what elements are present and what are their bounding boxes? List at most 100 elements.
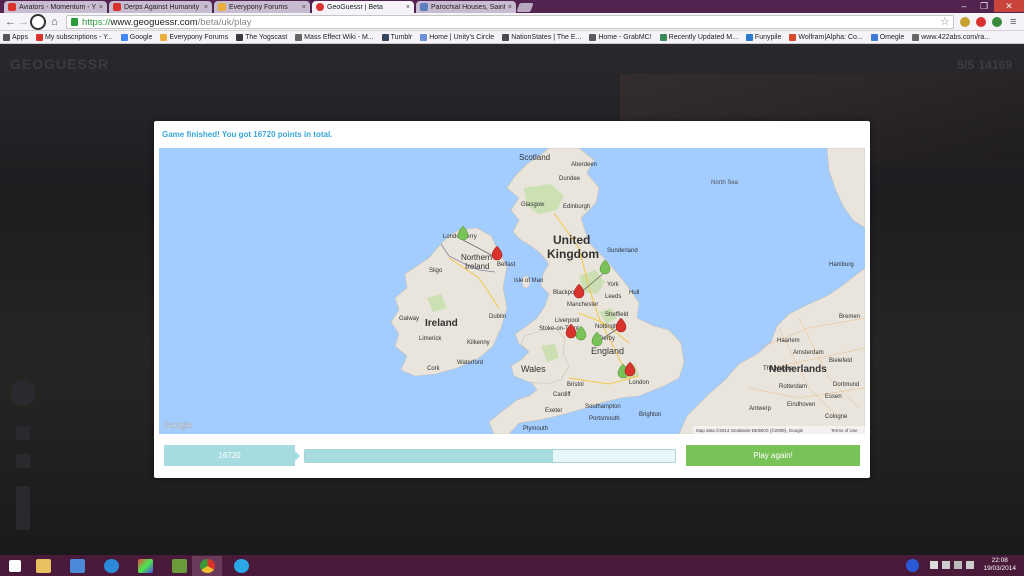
close-tab-icon[interactable]: ×	[406, 4, 410, 11]
compass-icon[interactable]	[10, 380, 36, 406]
bookmark-item[interactable]: My subscriptions - Y...	[35, 33, 113, 41]
map-city-label: Brighton	[639, 412, 661, 418]
taskbar-app[interactable]	[164, 556, 194, 576]
maximize-icon[interactable]: ❐	[974, 0, 994, 12]
system-clock[interactable]: 22:08 19/03/2014	[983, 557, 1016, 573]
terms-of-use-link[interactable]: Terms of Use	[831, 428, 858, 433]
bookmark-item[interactable]: Home - GrabMC!	[589, 33, 652, 41]
fullscreen-icon[interactable]	[16, 426, 30, 440]
close-window-icon[interactable]: ✕	[994, 0, 1024, 12]
taskbar-app[interactable]	[130, 556, 160, 576]
youtube-icon	[8, 3, 16, 11]
close-tab-icon[interactable]: ×	[302, 4, 306, 11]
home-icon[interactable]: ⌂	[51, 15, 58, 29]
close-tab-icon[interactable]: ×	[204, 4, 208, 11]
wiki-icon	[295, 33, 303, 41]
bookmark-star-icon[interactable]: ☆	[940, 15, 950, 28]
map-city-label: Aberdeen	[571, 162, 597, 168]
map-city-label: Dundee	[559, 176, 581, 182]
profile-logo-icon[interactable]	[30, 14, 46, 30]
windows-logo-icon	[9, 560, 21, 572]
close-tab-icon[interactable]: ×	[508, 4, 512, 11]
bookmark-item[interactable]: NationStates | The E...	[502, 33, 581, 41]
map-city-label: Cardiff	[553, 392, 571, 398]
start-button[interactable]	[0, 556, 30, 576]
tray-arrow-icon[interactable]	[930, 561, 938, 569]
extension-icon[interactable]	[976, 17, 986, 27]
continent-land	[678, 267, 865, 434]
volume-icon[interactable]	[966, 561, 974, 569]
bookmark-item[interactable]: Funypile	[745, 33, 781, 41]
map-label-united: United	[553, 233, 590, 247]
map-city-label: Bremen	[839, 314, 860, 320]
bookmark-item[interactable]: Google	[120, 33, 152, 41]
extension-icon[interactable]	[960, 17, 970, 27]
action-center-icon[interactable]	[942, 561, 950, 569]
map-city-label: Rotterdam	[779, 384, 807, 390]
browser-tab-active[interactable]: GeoGuessr | Beta ×	[312, 1, 414, 13]
bookmark-item[interactable]: Home | Unity's Circle	[420, 33, 494, 41]
map-city-label: The Hague	[763, 366, 793, 372]
zoom-control[interactable]	[16, 486, 30, 530]
window-controls: – ❐ ✕	[954, 0, 1024, 12]
guess-marker[interactable]	[457, 225, 469, 241]
result-map[interactable]: Scotland United Kingdom Northern Ireland…	[159, 148, 865, 434]
flag-icon[interactable]	[16, 454, 30, 468]
play-again-button[interactable]: Play again!	[686, 445, 860, 466]
map-city-label: Sligo	[429, 268, 443, 274]
map-label-north-sea: North Sea	[711, 180, 739, 186]
youtube-icon	[35, 33, 43, 41]
minimize-icon[interactable]: –	[954, 0, 974, 12]
browser-tab[interactable]: Derps Against Humanity ×	[109, 1, 212, 13]
browser-tab[interactable]: Everypony Forums ×	[214, 1, 310, 13]
map-city-label: Bielefeld	[829, 358, 852, 364]
geoguessr-icon	[316, 3, 324, 11]
rocket-icon	[69, 559, 85, 573]
map-city-label: Hull	[629, 290, 639, 296]
map-city-label: Exeter	[545, 408, 562, 414]
bookmark-item[interactable]: Omegle	[870, 33, 904, 41]
taskbar-app[interactable]	[226, 556, 256, 576]
skype-icon	[233, 559, 249, 573]
close-tab-icon[interactable]: ×	[99, 4, 103, 11]
file-explorer-icon	[35, 559, 51, 573]
map-city-label: Sheffield	[605, 312, 628, 318]
back-arrow-icon[interactable]: ←	[5, 15, 16, 29]
new-tab-button[interactable]	[516, 3, 534, 12]
youtube-icon	[113, 3, 121, 11]
taskbar-app-active[interactable]	[192, 556, 222, 576]
taskbar-app[interactable]	[96, 556, 126, 576]
bookmark-item[interactable]: Everypony Forums	[160, 33, 228, 41]
menu-icon[interactable]: ≡	[1010, 15, 1016, 29]
map-city-label: Portsmouth	[589, 416, 620, 422]
map-city-label: Haarlem	[777, 338, 800, 344]
help-icon[interactable]	[906, 559, 919, 572]
score-progress-bar	[304, 449, 676, 463]
forward-arrow-icon[interactable]: →	[18, 15, 29, 29]
address-bar[interactable]: https:// www.geoguessr.com /beta/uk/play	[66, 15, 954, 29]
bookmark-item[interactable]: Tumblr	[381, 33, 412, 41]
extension-icon[interactable]	[992, 17, 1002, 27]
browser-tab[interactable]: Parochial Houses, Saintfie ×	[416, 1, 516, 13]
bookmark-item[interactable]: Recently Updated M...	[659, 33, 738, 41]
network-icon[interactable]	[954, 561, 962, 569]
map-city-label: Kilkenny	[467, 340, 490, 346]
google-logo: Google	[163, 420, 192, 430]
map-label-england: England	[591, 346, 624, 356]
colorful-app-icon	[137, 559, 153, 573]
map-city-label: Sunderland	[607, 248, 638, 254]
bookmark-item[interactable]: The Yogscast	[236, 33, 287, 41]
bookmark-item[interactable]: www.422abs.com/ra...	[912, 33, 990, 41]
bookmark-item[interactable]: Mass Effect Wiki - M...	[295, 33, 374, 41]
map-city-label: Plymouth	[523, 426, 548, 432]
taskbar-app[interactable]	[28, 556, 58, 576]
everypony-icon	[218, 3, 226, 11]
taskbar-app[interactable]	[62, 556, 92, 576]
browser-tab[interactable]: Aviators - Momentum - Y ×	[4, 1, 107, 13]
bookmark-item[interactable]: Wolfram|Alpha: Co...	[789, 33, 863, 41]
bookmark-item[interactable]: Apps	[3, 33, 28, 41]
chrome-icon	[199, 559, 215, 573]
map-city-label: Dublin	[489, 314, 506, 320]
map-label-scotland: Scotland	[519, 153, 550, 162]
map-city-label: Cork	[427, 366, 441, 372]
